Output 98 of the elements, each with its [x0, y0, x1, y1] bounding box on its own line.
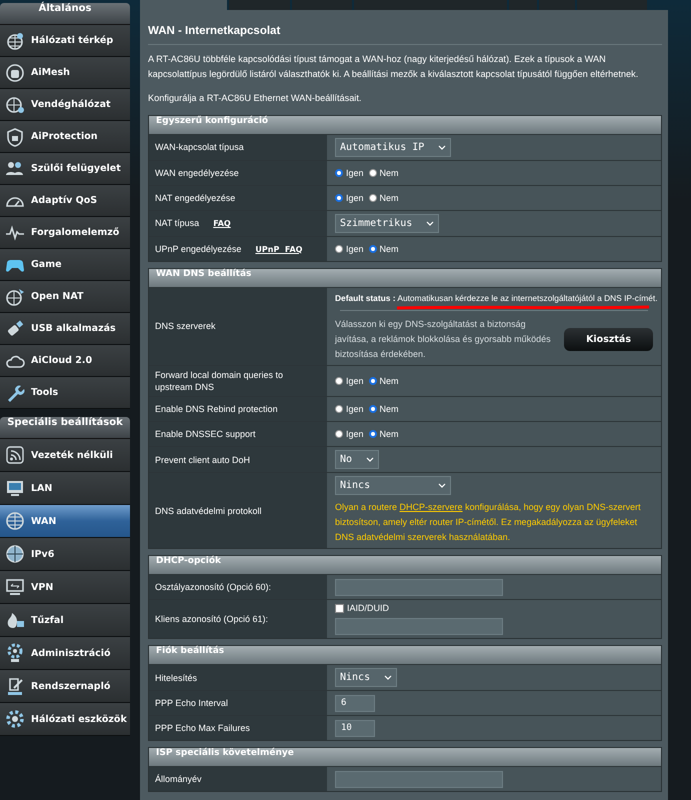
radio-button[interactable] — [335, 169, 343, 177]
radio-label: Igen — [346, 193, 364, 203]
sidebar-item[interactable]: Adaptív QoS — [0, 185, 130, 217]
radio-button[interactable] — [368, 245, 377, 253]
menu-section-header: Speciális beállítások — [0, 417, 130, 439]
radio-label: Nem — [380, 193, 399, 203]
globe-icon — [5, 286, 25, 306]
radio-button[interactable] — [368, 430, 377, 438]
sidebar-item[interactable]: AiMesh — [0, 57, 130, 89]
radio-label: Igen — [346, 376, 364, 386]
section-header: ISP speciális követelménye — [149, 748, 661, 766]
radio-label: Nem — [380, 244, 399, 254]
note-text: Olyan a routere DHCP-szervere konfigurálása, hogy egy olyan DNS-szervert biztosítson, amely eltér router IP-címétől. Ez megakadályozza az ügyfeleket DNS adatvédelmi szerverek használatában. — [335, 501, 642, 544]
radio-button[interactable] — [335, 194, 343, 202]
input-field[interactable]: 10 — [335, 720, 375, 737]
setting-label: Enable DNSSEC support — [155, 428, 256, 440]
section-header: DHCP-opciók — [149, 556, 661, 574]
sidebar-item[interactable]: AiCloud 2.0 — [0, 345, 130, 377]
setting-label: Forward local domain queries to upstream DNS — [155, 369, 284, 394]
input-field[interactable] — [335, 770, 503, 788]
section-header: Egyszerű konfiguráció — [149, 116, 661, 134]
chevron-down-icon — [384, 674, 392, 681]
setting-label: WAN engedélyezése — [155, 166, 239, 180]
chevron-down-icon — [438, 482, 446, 489]
globe-icon — [5, 94, 25, 114]
radio-button[interactable] — [335, 430, 343, 438]
setting-label: DNS szerverek — [155, 320, 216, 333]
dropdown-select[interactable]: No — [335, 450, 380, 470]
sidebar-item[interactable]: WAN — [0, 505, 130, 538]
sidebar-item[interactable]: Forgalomelemző — [0, 217, 130, 249]
setting-label: NAT engedélyezése — [155, 192, 236, 204]
radio-label: Nem — [380, 376, 399, 386]
radio-button[interactable] — [368, 377, 377, 386]
status-text: Default status : Automatikusan kérdezze le az internetszolgáltatójától a DNS IP-címét. — [335, 292, 658, 304]
sidebar-item[interactable]: AiProtection — [0, 121, 130, 153]
setting-label: PPP Echo Max Failures — [155, 722, 250, 734]
setting-label: Prevent client auto DoH — [155, 454, 250, 466]
setting-label: Enable DNS Rebind protection — [155, 403, 278, 416]
radio-button[interactable] — [368, 194, 377, 202]
usb-icon — [5, 318, 25, 338]
dropdown-select[interactable]: Nincs — [335, 668, 398, 688]
menu-section-header: Általános — [0, 3, 130, 25]
section-header: Fiók beállítás — [149, 646, 661, 664]
dropdown-select[interactable]: Nincs — [335, 476, 451, 496]
monitor-icon — [5, 478, 25, 498]
setting-label: NAT típusa — [155, 217, 200, 230]
checkbox[interactable] — [335, 604, 344, 613]
intro-text: A RT-AC86U többféle kapcsolódási típust támogat a WAN-hoz (nagy kiterjedésű hálózat). Ezek a típusok a WAN kapcsolattípus legördülő listáról választhatók ki. A beállítási mezők a kiválasztott kapcsolat típusától függően eltérhetnek. — [148, 53, 640, 81]
radio-label: Nem — [380, 429, 399, 440]
faq-link[interactable]: FAQ — [213, 219, 231, 228]
radio-button[interactable] — [335, 377, 343, 386]
radio-button[interactable] — [368, 169, 377, 177]
dropdown-select[interactable]: Szimmetrikus — [335, 214, 440, 233]
sidebar-item[interactable]: Vezeték nélküli — [0, 439, 130, 472]
dropdown-select[interactable]: Automatikus IP — [335, 138, 452, 157]
setting-label: PPP Echo Interval — [155, 697, 228, 710]
sidebar-item[interactable]: Szülői felügyelet — [0, 153, 130, 185]
radio-label: Igen — [346, 168, 364, 178]
sidebar-item[interactable]: Tools — [0, 377, 130, 409]
sidebar-item[interactable]: LAN — [0, 472, 130, 505]
radio-label: Igen — [346, 429, 364, 440]
chevron-down-icon — [366, 456, 374, 463]
sidebar-item[interactable]: Open NAT — [0, 281, 130, 313]
chevron-down-icon — [426, 220, 434, 226]
globe-icon — [5, 511, 25, 531]
checkbox-label: IAID/DUID — [347, 603, 390, 614]
sidebar-item[interactable]: Hálózati térkép — [0, 25, 130, 57]
setting-label: WAN-kapcsolat típusa — [155, 141, 244, 154]
setting-label: Kliens azonosító (Opció 61): — [155, 613, 268, 626]
radio-label: Nem — [380, 404, 399, 414]
radio-button[interactable] — [335, 245, 343, 253]
globe-icon — [5, 30, 25, 50]
setting-label: Állományév — [155, 773, 202, 786]
page-title: WAN - Internetkapcsolat — [148, 25, 282, 37]
radio-label: Igen — [346, 404, 364, 414]
chevron-down-icon — [438, 144, 446, 150]
radio-label: Igen — [346, 244, 364, 254]
input-field[interactable] — [335, 618, 503, 636]
description-text: Válasszon ki egy DNS-szolgáltatást a biztonság javítása, a reklámok blokkolása és gyorsabb működés biztosítása érdekében. — [335, 318, 552, 361]
wifi-icon — [5, 445, 25, 465]
setting-label: DNS adatvédelmi protokoll — [155, 504, 262, 517]
sidebar-item[interactable]: Vendéghálózat — [0, 89, 130, 121]
setting-label: Osztályazonosító (Opció 60): — [155, 581, 272, 594]
setting-label: UPnP engedélyezése — [155, 242, 242, 256]
assign-button[interactable]: Kiosztás — [564, 328, 653, 351]
sidebar-item[interactable]: Game — [0, 249, 130, 281]
input-field[interactable]: 6 — [335, 694, 375, 712]
shield-icon — [5, 126, 25, 146]
faq-link[interactable]: UPnP FAQ — [255, 244, 302, 254]
subtitle-text: Konfigurálja a RT-AC86U Ethernet WAN-beállításait. — [148, 92, 362, 105]
radio-label: Nem — [380, 168, 399, 178]
input-field[interactable] — [335, 578, 503, 596]
sidebar-item[interactable]: USB alkalmazás — [0, 313, 130, 345]
section-header: WAN DNS beállítás — [149, 269, 661, 287]
setting-label: Hitelesítés — [155, 672, 198, 684]
dhcp-link[interactable]: DHCP-szervere — [400, 502, 463, 512]
radio-button[interactable] — [335, 405, 343, 414]
radio-button[interactable] — [368, 405, 377, 414]
